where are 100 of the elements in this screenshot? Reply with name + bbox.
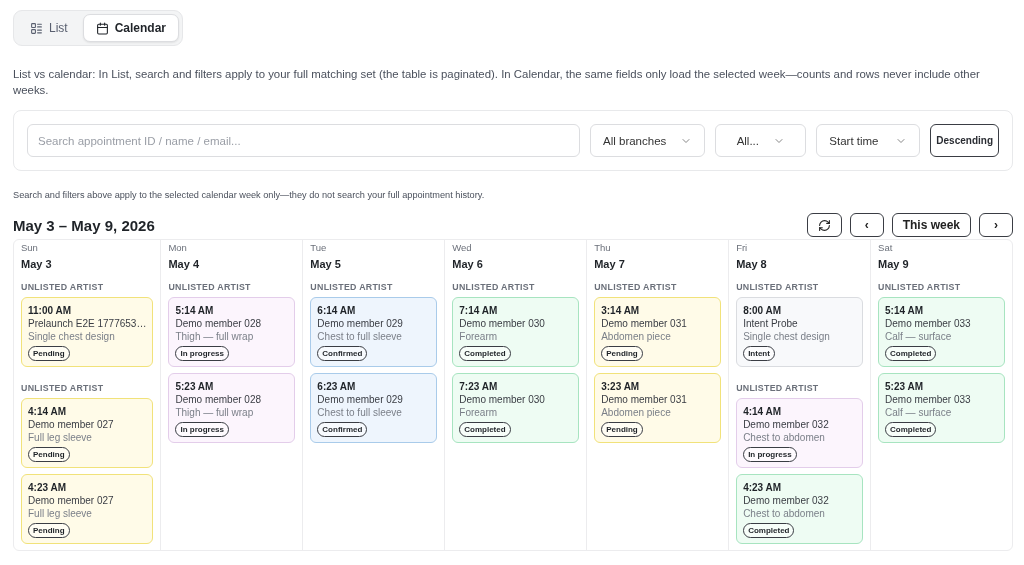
appointment-card[interactable]: 8:00 AM Intent Probe Single chest design Intent: [736, 297, 864, 367]
weekday-label: Fri: [736, 242, 749, 254]
day-date: May 7: [594, 257, 626, 272]
client-name: Prelaunch E2E 1777653…: [28, 317, 147, 330]
service-text: Single chest design: [743, 330, 830, 343]
artist-heading: UNLISTED ARTIST: [878, 282, 962, 292]
service-text: Calf — surface: [885, 330, 952, 343]
status-badge: Confirmed: [317, 422, 368, 437]
note-text: Search and filters above apply to the selected calendar week only—they do not search your full appointment history.: [13, 190, 486, 200]
weekday-label: Wed: [452, 242, 473, 254]
previous-week-button[interactable]: ‹: [849, 213, 884, 237]
artist-heading: UNLISTED ARTIST: [21, 282, 105, 292]
status-badge: Completed: [885, 346, 937, 361]
view-tab[interactable]: Calendar: [82, 14, 180, 42]
weekday-label: Sat: [878, 242, 894, 254]
appointment-card[interactable]: 5:14 AM Demo member 028 Thigh — full wrap In progress: [168, 297, 296, 367]
appointment-card[interactable]: 4:23 AM Demo member 032 Chest to abdomen Completed: [736, 474, 864, 544]
appointment-time: 5:23 AM: [175, 380, 214, 393]
artist-heading: UNLISTED ARTIST: [452, 282, 536, 292]
artist-heading: UNLISTED ARTIST: [594, 282, 678, 292]
status-badge: Completed: [743, 523, 795, 538]
status-badge: Intent: [743, 346, 775, 361]
status-badge: Completed: [885, 422, 937, 437]
list-icon: [30, 21, 43, 35]
client-name: Demo member 028: [175, 393, 261, 406]
service-text: Chest to full sleeve: [317, 406, 402, 419]
appointment-time: 11:00 AM: [28, 304, 71, 317]
appointment-time: 6:14 AM: [317, 304, 356, 317]
week-title: May 3 – May 9, 2026: [13, 216, 155, 234]
artist-heading: UNLISTED ARTIST: [21, 383, 105, 393]
refresh-icon: [817, 218, 831, 232]
day-date: May 8: [736, 257, 768, 272]
service-text: Thigh — full wrap: [175, 330, 254, 343]
this-week-button[interactable]: This week: [891, 213, 971, 237]
next-week-button[interactable]: ›: [979, 213, 1013, 237]
appointment-card[interactable]: 5:23 AM Demo member 028 Thigh — full wrap In progress: [168, 373, 296, 443]
day-date: May 9: [878, 257, 910, 272]
status-badge: Pending: [28, 346, 70, 361]
status-badge: In progress: [175, 422, 229, 437]
status-badge: Completed: [459, 346, 511, 361]
day-date: May 5: [310, 257, 342, 272]
appointment-card[interactable]: 5:14 AM Demo member 033 Calf — surface Completed: [878, 297, 1005, 367]
appointment-time: 4:23 AM: [743, 481, 782, 494]
service-text: Calf — surface: [885, 406, 952, 419]
weekday-label: Mon: [168, 242, 188, 254]
appointment-card[interactable]: 4:14 AM Demo member 032 Chest to abdomen In progress: [736, 398, 864, 468]
client-name: Demo member 027: [28, 494, 114, 507]
service-text: Abdomen piece: [601, 330, 671, 343]
description-text: List vs calendar: In List, search and filters apply to your full matching set (the table is paginated). In Calendar, the same fields only load the selected week—counts and rows never include other weeks.: [13, 67, 981, 98]
service-text: Abdomen piece: [601, 406, 671, 419]
appointment-time: 8:00 AM: [743, 304, 782, 317]
view-tab[interactable]: List: [17, 14, 81, 42]
client-name: Demo member 033: [885, 317, 971, 330]
appointment-card[interactable]: 4:14 AM Demo member 027 Full leg sleeve Pending: [21, 398, 154, 468]
appointment-time: 4:14 AM: [743, 405, 782, 418]
appointment-time: 4:23 AM: [28, 481, 66, 494]
service-text: Chest to full sleeve: [317, 330, 402, 343]
appointment-card[interactable]: 7:23 AM Demo member 030 Forearm Completed: [452, 373, 580, 443]
appointment-card[interactable]: 7:14 AM Demo member 030 Forearm Completed: [452, 297, 580, 367]
appointment-time: 7:14 AM: [459, 304, 498, 317]
artist-heading: UNLISTED ARTIST: [168, 282, 252, 292]
appointment-card[interactable]: 11:00 AM Prelaunch E2E 1777653… Single chest design Pending: [21, 297, 154, 367]
appointment-card[interactable]: 6:23 AM Demo member 029 Chest to full sleeve Confirmed: [310, 373, 438, 443]
artist-heading: UNLISTED ARTIST: [736, 383, 820, 393]
appointment-card[interactable]: 6:14 AM Demo member 029 Chest to full sleeve Confirmed: [310, 297, 438, 367]
appointment-time: 3:14 AM: [601, 304, 640, 317]
appointment-card[interactable]: 3:23 AM Demo member 031 Abdomen piece Pending: [594, 373, 722, 443]
status-badge: Pending: [601, 422, 643, 437]
refresh-button[interactable]: [806, 213, 842, 237]
day-date: May 6: [452, 257, 484, 272]
appointment-time: 5:23 AM: [885, 380, 924, 393]
search-field[interactable]: Search appointment ID / name / email...: [27, 124, 580, 157]
filter-select[interactable]: Start time: [816, 124, 921, 157]
client-name: Demo member 031: [601, 317, 687, 330]
service-text: Thigh — full wrap: [175, 406, 254, 419]
weekday-label: Tue: [310, 242, 328, 254]
appointment-time: 4:14 AM: [28, 405, 66, 418]
appointment-card[interactable]: 3:14 AM Demo member 031 Abdomen piece Pending: [594, 297, 722, 367]
appointment-time: 3:23 AM: [601, 380, 640, 393]
client-name: Demo member 032: [743, 494, 829, 507]
filter-select[interactable]: All...: [715, 124, 807, 157]
appointment-card[interactable]: 4:23 AM Demo member 027 Full leg sleeve Pending: [21, 474, 154, 544]
sort-button[interactable]: Descending: [930, 124, 999, 157]
weekday-label: Sun: [21, 242, 39, 254]
artist-heading: UNLISTED ARTIST: [736, 282, 820, 292]
client-name: Demo member 027: [28, 418, 114, 431]
calendar-icon: [95, 21, 109, 35]
client-name: Demo member 029: [317, 317, 403, 330]
appointment-time: 7:23 AM: [459, 380, 498, 393]
client-name: Demo member 030: [459, 317, 545, 330]
appointment-time: 6:23 AM: [317, 380, 356, 393]
service-text: Full leg sleeve: [28, 431, 92, 444]
service-text: Full leg sleeve: [28, 507, 92, 520]
artist-heading: UNLISTED ARTIST: [310, 282, 394, 292]
appointment-card[interactable]: 5:23 AM Demo member 033 Calf — surface Completed: [878, 373, 1005, 443]
client-name: Demo member 031: [601, 393, 687, 406]
service-text: Forearm: [459, 406, 498, 419]
service-text: Single chest design: [28, 330, 115, 343]
service-text: Chest to abdomen: [743, 507, 825, 520]
filter-select[interactable]: All branches: [590, 124, 706, 157]
